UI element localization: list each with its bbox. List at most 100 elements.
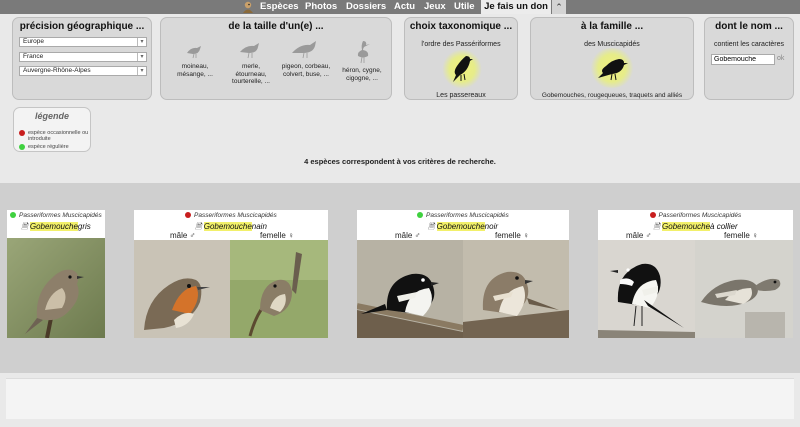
- legend-title: légende: [34, 111, 69, 121]
- card-info-icon: 🗎: [427, 222, 437, 231]
- taxonomy-common: Les passereaux: [436, 92, 486, 99]
- card-taxonomy-text: Passeriformes Muscicapidés: [194, 212, 277, 219]
- card-taxonomy: Passeriformes Muscicapidés: [598, 212, 793, 219]
- name-rest: gris: [77, 222, 91, 231]
- card-info-icon: 🗎: [21, 222, 30, 231]
- name-panel: dont le nom ... contient les caractères …: [704, 17, 794, 100]
- species-card-2[interactable]: Passeriformes Muscicapidés 🗎 Gobemouchen…: [134, 210, 328, 338]
- nav-especes[interactable]: Espèces: [260, 1, 299, 13]
- taxonomy-highlight[interactable]: [442, 49, 482, 89]
- nav-utile[interactable]: Utile: [454, 1, 475, 13]
- size-option-label: héron, cygne, cigogne, ...: [342, 67, 382, 82]
- legend-occasional-label: espèce occasionnelle ou introduite: [28, 130, 89, 142]
- collared-flycatcher-male-photo[interactable]: [598, 240, 695, 338]
- region-select[interactable]: Auvergne-Rhône-Alpes ▾: [19, 66, 147, 76]
- occasional-dot-icon: [19, 130, 25, 136]
- card-species-name[interactable]: 🗎 Gobemouchegris: [7, 221, 105, 235]
- name-panel-title: dont le nom ...: [715, 21, 783, 32]
- family-panel-title: à la famille ...: [580, 21, 644, 32]
- status-dot-icon: [10, 212, 17, 218]
- continent-select[interactable]: Europe ▾: [19, 37, 147, 47]
- donate-button[interactable]: Je fais un don: [481, 0, 551, 14]
- name-search-input[interactable]: [711, 54, 775, 65]
- size-option-large[interactable]: pigeon, corbeau, colvert, buse, ...: [281, 38, 331, 78]
- male-label: mâle ♂: [170, 231, 196, 240]
- size-option-label: merle, étourneau, tourterelle, ...: [232, 63, 270, 85]
- result-count: 4 espèces correspondent à vos critères d…: [304, 157, 496, 166]
- logo-icon[interactable]: [240, 0, 256, 14]
- size-option-label: pigeon, corbeau, colvert, buse, ...: [281, 63, 331, 78]
- taxonomy-order: l'ordre des Passériformes: [421, 41, 501, 48]
- card-taxonomy-text: Passeriformes Muscicapidés: [426, 212, 509, 219]
- female-label: femelle ♀: [724, 231, 759, 240]
- medium-bird-icon: [240, 43, 259, 59]
- species-card-1[interactable]: Passeriformes Muscicapidés 🗎 Gobemoucheg…: [7, 210, 105, 338]
- male-label: mâle ♂: [626, 231, 652, 240]
- name-rest: à collier: [710, 222, 738, 231]
- collapse-caret-icon[interactable]: ⌃: [552, 0, 566, 14]
- status-dot-icon: [649, 212, 656, 218]
- passerine-icon: [453, 56, 473, 82]
- legend-box: légende espèce occasionnelle ou introdui…: [13, 107, 91, 152]
- card-species-name[interactable]: 🗎 Gobemouchenain: [134, 221, 328, 235]
- regular-dot-icon: [19, 144, 25, 150]
- size-panel-title: de la taille d'un(e) ...: [228, 21, 324, 32]
- name-highlight: Gobemouche: [662, 222, 711, 231]
- female-label: femelle ♀: [260, 231, 295, 240]
- card-info-icon: 🗎: [195, 222, 204, 231]
- region-value: Auvergne-Rhône-Alpes: [23, 67, 91, 74]
- name-highlight: Gobemouche: [203, 222, 252, 231]
- pied-flycatcher-male-photo[interactable]: [357, 240, 463, 338]
- size-panel: de la taille d'un(e) ... moineau, mésang…: [160, 17, 392, 100]
- card-taxonomy: Passeriformes Muscicapidés: [357, 212, 569, 219]
- red-breasted-flycatcher-female-photo[interactable]: [230, 240, 328, 338]
- card-info-icon: 🗎: [653, 222, 663, 231]
- nav-photos[interactable]: Photos: [305, 1, 337, 13]
- country-select[interactable]: France ▾: [19, 52, 147, 62]
- card-species-name[interactable]: 🗎 Gobemouchenoir: [357, 221, 569, 235]
- family-name: des Muscicapidés: [584, 41, 640, 48]
- female-label: femelle ♀: [495, 231, 530, 240]
- chevron-down-icon: ▾: [137, 67, 146, 75]
- status-dot-icon: [417, 212, 424, 218]
- name-ok-button[interactable]: ok: [777, 55, 784, 62]
- species-card-3[interactable]: Passeriformes Muscicapidés 🗎 Gobemouchen…: [357, 210, 569, 338]
- large-bird-icon: [292, 41, 316, 59]
- status-dot-icon: [185, 212, 192, 218]
- card-taxonomy-text: Passeriformes Muscicapidés: [658, 212, 742, 219]
- pied-flycatcher-female-photo[interactable]: [463, 240, 569, 338]
- nav-actu[interactable]: Actu: [394, 1, 415, 13]
- name-rest: noir: [484, 222, 499, 231]
- flycatcher-icon: [598, 59, 628, 81]
- results-area: Passeriformes Muscicapidés 🗎 Gobemoucheg…: [0, 183, 800, 373]
- card-taxonomy: Passeriformes Muscicapidés: [134, 212, 328, 219]
- male-label: mâle ♂: [395, 231, 421, 240]
- heron-icon: [357, 41, 370, 64]
- geo-panel: précision géographique ... Europe ▾ Fran…: [12, 17, 152, 100]
- card-taxonomy: Passeriformes Muscicapidés: [7, 212, 105, 219]
- card-taxonomy-text: Passeriformes Muscicapidés: [19, 212, 102, 219]
- name-highlight: Gobemouche: [29, 222, 78, 231]
- size-option-label: moineau, mésange, ...: [177, 63, 213, 78]
- spotted-flycatcher-photo[interactable]: [7, 238, 105, 338]
- footer-bar: [6, 378, 794, 419]
- top-navigation: Espèces Photos Dossiers Actu Jeux Utile …: [0, 0, 800, 14]
- family-highlight[interactable]: [589, 48, 635, 88]
- family-panel: à la famille ... des Muscicapidés Gobemo…: [530, 17, 694, 100]
- taxonomy-panel: choix taxonomique ... l'ordre des Passér…: [404, 17, 518, 100]
- small-bird-icon: [187, 46, 201, 59]
- species-card-4[interactable]: Passeriformes Muscicapidés 🗎 Gobemoucheà…: [598, 210, 793, 338]
- nav-dossiers[interactable]: Dossiers: [346, 1, 386, 13]
- collared-flycatcher-female-photo[interactable]: [695, 240, 793, 338]
- chevron-down-icon: ▾: [137, 38, 146, 46]
- size-option-xlarge[interactable]: héron, cygne, cigogne, ...: [337, 38, 387, 82]
- nav-jeux[interactable]: Jeux: [424, 1, 446, 13]
- geo-panel-title: précision géographique ...: [19, 21, 145, 32]
- taxonomy-panel-title: choix taxonomique ...: [409, 21, 513, 32]
- name-rest: nain: [251, 222, 267, 231]
- name-highlight: Gobemouche: [436, 222, 485, 231]
- red-breasted-flycatcher-male-photo[interactable]: [134, 240, 230, 338]
- size-option-small[interactable]: moineau, mésange, ...: [170, 38, 220, 78]
- family-members: Gobemouches, rougequeues, traquets and a…: [541, 92, 683, 99]
- size-option-medium[interactable]: merle, étourneau, tourterelle, ...: [226, 38, 276, 86]
